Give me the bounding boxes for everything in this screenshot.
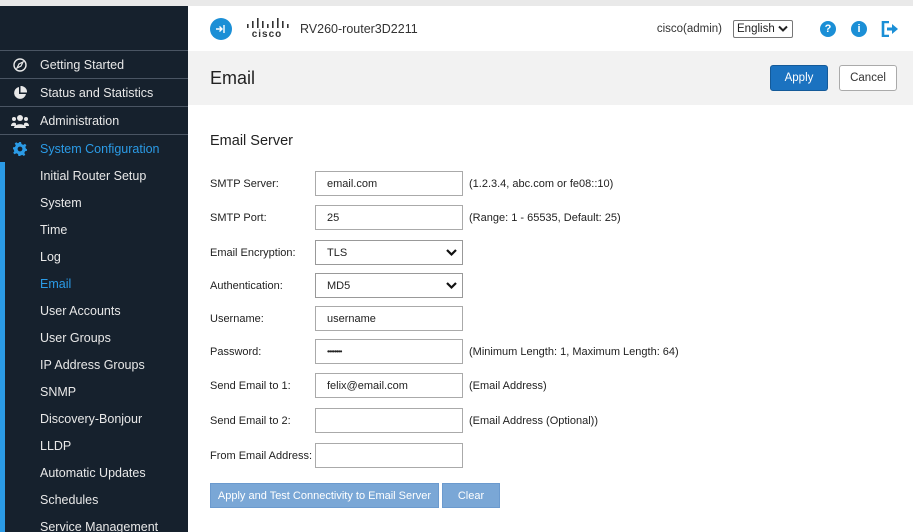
cisco-wordmark: cisco xyxy=(251,28,283,40)
logout-icon[interactable] xyxy=(881,20,899,37)
sidebar-item-time[interactable]: Time xyxy=(0,216,188,243)
smtp-port-hint: (Range: 1 - 65535, Default: 25) xyxy=(469,211,621,224)
send-email-1-row: Send Email to 1: felix@email.com (Email … xyxy=(210,373,547,398)
username-row: Username: username xyxy=(210,306,463,331)
authentication-value: MD5 xyxy=(327,279,351,292)
username-input[interactable]: username xyxy=(315,306,463,331)
email-encryption-label: Email Encryption: xyxy=(210,246,296,259)
email-encryption-select[interactable]: TLS xyxy=(315,240,463,265)
sidebar-item-user-accounts[interactable]: User Accounts xyxy=(0,297,188,324)
authentication-select[interactable]: MD5 xyxy=(315,273,463,298)
chevron-down-icon xyxy=(446,282,457,290)
sidebar-item-system[interactable]: System xyxy=(0,189,188,216)
language-select[interactable]: English xyxy=(733,19,793,38)
nav-system-configuration[interactable]: System Configuration xyxy=(0,134,188,162)
page-title: Email xyxy=(210,67,256,88)
nav-administration[interactable]: Administration xyxy=(0,106,188,134)
device-name: RV260-router3D2211 xyxy=(300,21,418,36)
password-label: Password: xyxy=(210,345,262,358)
sidebar: Getting Started Status and Statistics Ad… xyxy=(0,0,188,532)
send-email-2-row: Send Email to 2: (Email Address (Optiona… xyxy=(210,408,598,433)
apply-and-test-button[interactable]: Apply and Test Connectivity to Email Ser… xyxy=(210,483,439,508)
send-email-2-label: Send Email to 2: xyxy=(210,414,291,427)
nav-status-statistics[interactable]: Status and Statistics xyxy=(0,78,188,106)
send-email-1-input[interactable]: felix@email.com xyxy=(315,373,463,398)
sidebar-item-automatic-updates[interactable]: Automatic Updates xyxy=(0,459,188,486)
apply-button[interactable]: Apply xyxy=(770,65,828,91)
sidebar-item-user-groups[interactable]: User Groups xyxy=(0,324,188,351)
smtp-server-input[interactable]: email.com xyxy=(315,171,463,196)
password-input[interactable]: •••••••• xyxy=(315,339,463,364)
email-settings-form: Email Server SMTP Server: email.com (1.2… xyxy=(188,105,913,532)
sidebar-item-schedules[interactable]: Schedules xyxy=(0,486,188,513)
from-email-row: From Email Address: xyxy=(210,443,463,468)
clear-button[interactable]: Clear xyxy=(442,483,500,508)
pie-chart-icon xyxy=(0,85,40,100)
chevron-down-icon xyxy=(446,249,457,257)
system-configuration-submenu: Initial Router Setup System Time Log Ema… xyxy=(0,162,188,532)
smtp-port-row: SMTP Port: 25 (Range: 1 - 65535, Default… xyxy=(210,205,621,230)
sidebar-item-initial-router-setup[interactable]: Initial Router Setup xyxy=(0,162,188,189)
page-title-bar: Email Apply Cancel xyxy=(188,51,913,105)
collapse-arrow-icon xyxy=(216,24,225,33)
smtp-server-label: SMTP Server: xyxy=(210,177,279,190)
users-icon xyxy=(0,114,40,128)
send-email-1-hint: (Email Address) xyxy=(469,379,547,392)
compass-icon xyxy=(0,57,40,72)
from-email-label: From Email Address: xyxy=(210,449,313,462)
submenu-active-rail xyxy=(0,162,5,532)
sidebar-item-snmp[interactable]: SNMP xyxy=(0,378,188,405)
username-label: Username: xyxy=(210,312,264,325)
sidebar-item-ip-address-groups[interactable]: IP Address Groups xyxy=(0,351,188,378)
authentication-row: Authentication: MD5 xyxy=(210,273,463,298)
email-encryption-value: TLS xyxy=(327,246,348,259)
language-select-value: English xyxy=(737,22,775,35)
smtp-port-input[interactable]: 25 xyxy=(315,205,463,230)
smtp-port-label: SMTP Port: xyxy=(210,211,267,224)
password-hint: (Minimum Length: 1, Maximum Length: 64) xyxy=(469,345,679,358)
nav-administration-label: Administration xyxy=(40,113,120,128)
cisco-logo: cisco xyxy=(244,17,290,40)
sidebar-logo-area xyxy=(0,6,188,50)
current-user: cisco(admin) xyxy=(656,22,722,35)
gear-icon xyxy=(0,141,40,156)
chevron-down-icon xyxy=(778,25,788,32)
info-icon[interactable]: i xyxy=(851,20,867,37)
email-encryption-row: Email Encryption: TLS xyxy=(210,240,463,265)
cancel-button[interactable]: Cancel xyxy=(839,65,897,91)
from-email-input[interactable] xyxy=(315,443,463,468)
authentication-label: Authentication: xyxy=(210,279,283,292)
send-email-1-label: Send Email to 1: xyxy=(210,379,291,392)
smtp-server-row: SMTP Server: email.com (1.2.3.4, abc.com… xyxy=(210,171,613,196)
nav-system-configuration-label: System Configuration xyxy=(40,141,160,156)
section-title: Email Server xyxy=(210,133,293,149)
sidebar-item-email[interactable]: Email xyxy=(0,270,188,297)
sidebar-item-lldp[interactable]: LLDP xyxy=(0,432,188,459)
top-header: cisco RV260-router3D2211 cisco(admin) En… xyxy=(188,0,913,51)
password-row: Password: •••••••• (Minimum Length: 1, M… xyxy=(210,339,679,364)
help-icon[interactable]: ? xyxy=(820,20,836,37)
send-email-2-input[interactable] xyxy=(315,408,463,433)
send-email-2-hint: (Email Address (Optional)) xyxy=(469,414,598,427)
sidebar-item-service-management[interactable]: Service Management xyxy=(0,513,188,532)
smtp-server-hint: (1.2.3.4, abc.com or fe08::10) xyxy=(469,177,614,190)
nav-status-statistics-label: Status and Statistics xyxy=(40,85,154,100)
sidebar-item-log[interactable]: Log xyxy=(0,243,188,270)
sidebar-item-discovery-bonjour[interactable]: Discovery-Bonjour xyxy=(0,405,188,432)
nav-getting-started[interactable]: Getting Started xyxy=(0,50,188,78)
nav-getting-started-label: Getting Started xyxy=(40,57,125,72)
collapse-menu-button[interactable] xyxy=(210,17,232,40)
